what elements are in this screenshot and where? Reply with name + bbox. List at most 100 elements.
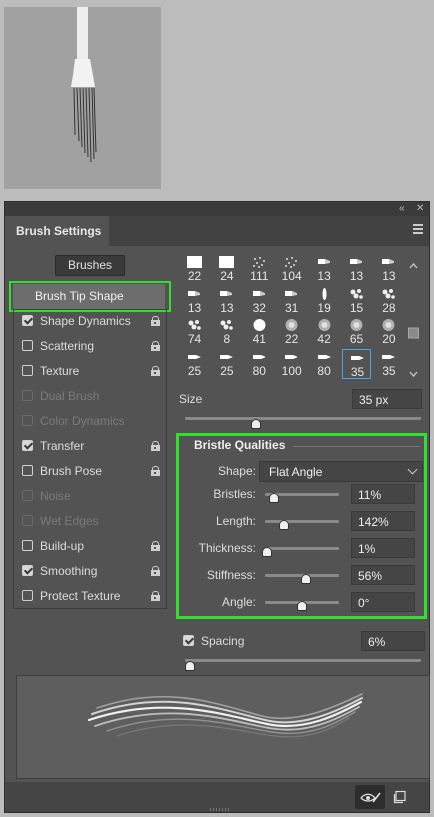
- option-label[interactable]: Dual Brush: [40, 384, 99, 409]
- lock-icon[interactable]: [151, 541, 160, 551]
- toggle-live-tip-preview-button[interactable]: [355, 785, 385, 809]
- option-item[interactable]: Transfer: [15, 434, 165, 459]
- bristle-row-input[interactable]: 0°: [351, 592, 415, 612]
- brush-tip-cell[interactable]: 13: [342, 254, 371, 284]
- option-label[interactable]: Texture: [40, 359, 79, 384]
- option-label[interactable]: Wet Edges: [40, 509, 98, 534]
- brush-tip-cell[interactable]: 22: [277, 317, 306, 347]
- option-checkbox[interactable]: [22, 365, 33, 376]
- option-item[interactable]: Noise: [15, 484, 165, 509]
- option-checkbox[interactable]: [22, 465, 33, 476]
- option-checkbox[interactable]: [22, 540, 33, 551]
- brush-tip-cell[interactable]: 80: [245, 349, 274, 379]
- brush-tip-cell[interactable]: 22: [180, 254, 209, 284]
- option-label[interactable]: Build-up: [40, 534, 84, 559]
- option-item[interactable]: Color Dynamics: [15, 409, 165, 434]
- bristle-row-slider-track[interactable]: [265, 547, 339, 550]
- brush-tip-cell[interactable]: 104: [277, 254, 306, 284]
- option-checkbox[interactable]: [22, 340, 33, 351]
- brush-tip-cell[interactable]: 31: [277, 286, 306, 316]
- lock-icon[interactable]: [151, 466, 160, 476]
- size-input[interactable]: 35 px: [352, 389, 422, 409]
- brushes-button[interactable]: Brushes: [55, 255, 125, 276]
- brush-tip-cell[interactable]: 35: [374, 349, 403, 379]
- option-checkbox[interactable]: [22, 315, 33, 326]
- brush-tip-cell[interactable]: 74: [180, 317, 209, 347]
- brush-tip-cell[interactable]: 8: [212, 317, 241, 347]
- option-item[interactable]: Smoothing: [15, 559, 165, 584]
- option-item[interactable]: Protect Texture: [15, 584, 165, 609]
- brush-tip-cell[interactable]: 80: [310, 349, 339, 379]
- lock-icon[interactable]: [151, 416, 160, 426]
- bristle-row-input[interactable]: 56%: [351, 565, 415, 585]
- option-label[interactable]: Transfer: [40, 434, 84, 459]
- lock-icon[interactable]: [151, 366, 160, 376]
- option-checkbox[interactable]: [22, 515, 33, 526]
- option-label[interactable]: Smoothing: [40, 559, 97, 584]
- option-item[interactable]: Build-up: [15, 534, 165, 559]
- option-checkbox[interactable]: [22, 390, 33, 401]
- resize-grip[interactable]: [210, 807, 232, 811]
- lock-icon[interactable]: [151, 491, 160, 501]
- option-item[interactable]: Scattering: [15, 334, 165, 359]
- brush-tip-cell[interactable]: 41: [245, 317, 274, 347]
- new-preset-icon[interactable]: [393, 790, 407, 804]
- brush-tip-cell[interactable]: 19: [310, 286, 339, 316]
- brush-tip-cell[interactable]: 35: [342, 348, 371, 379]
- option-checkbox[interactable]: [22, 490, 33, 501]
- hamburger-menu-icon[interactable]: [413, 224, 423, 236]
- shape-dropdown[interactable]: Flat Angle: [259, 461, 423, 482]
- option-item[interactable]: Wet Edges: [15, 509, 165, 534]
- option-label[interactable]: Protect Texture: [40, 584, 120, 609]
- option-item[interactable]: Texture: [15, 359, 165, 384]
- brush-tip-grid[interactable]: 22 24 111 104 13 13 13 13 13 32 31 19 15 28 74 8 41 22 42 6…: [180, 254, 408, 380]
- brush-tip-cell[interactable]: 13: [212, 286, 241, 316]
- bristle-row-slider-track[interactable]: [265, 520, 339, 523]
- brush-tip-cell[interactable]: 20: [374, 317, 403, 347]
- option-label[interactable]: Brush Pose: [40, 459, 102, 484]
- brush-tip-cell[interactable]: 25: [212, 349, 241, 379]
- option-label[interactable]: Shape Dynamics: [40, 309, 131, 334]
- option-item[interactable]: Shape Dynamics: [15, 309, 165, 334]
- brush-tip-cell[interactable]: 111: [245, 254, 274, 284]
- option-checkbox[interactable]: [22, 565, 33, 576]
- option-label[interactable]: Color Dynamics: [40, 409, 125, 434]
- brush-tip-cell[interactable]: 42: [310, 317, 339, 347]
- brush-tip-cell[interactable]: 32: [245, 286, 274, 316]
- close-icon[interactable]: ✕: [416, 203, 424, 215]
- option-label[interactable]: Scattering: [40, 334, 94, 359]
- lock-icon[interactable]: [151, 516, 160, 526]
- double-chevron-icon[interactable]: «: [399, 203, 405, 215]
- size-slider-track[interactable]: [185, 417, 421, 420]
- grid-scrollbar[interactable]: [407, 260, 420, 380]
- lock-icon[interactable]: [151, 591, 160, 601]
- brush-tip-cell[interactable]: 25: [180, 349, 209, 379]
- option-checkbox[interactable]: [22, 440, 33, 451]
- brush-tip-cell[interactable]: 28: [374, 286, 403, 316]
- bristle-row-input[interactable]: 11%: [351, 484, 415, 504]
- lock-icon[interactable]: [151, 341, 160, 351]
- option-checkbox[interactable]: [22, 590, 33, 601]
- bristle-row-input[interactable]: 142%: [351, 511, 415, 531]
- bristle-row-input[interactable]: 1%: [351, 538, 415, 558]
- option-checkbox[interactable]: [22, 415, 33, 426]
- spacing-checkbox[interactable]: [183, 635, 194, 646]
- lock-icon[interactable]: [151, 441, 160, 451]
- tab-brush-settings[interactable]: Brush Settings: [5, 216, 109, 246]
- brush-tip-shape-item[interactable]: Brush Tip Shape: [13, 284, 165, 309]
- brush-tip-cell[interactable]: 65: [342, 317, 371, 347]
- brush-tip-cell[interactable]: 100: [277, 349, 306, 379]
- brush-tip-cell[interactable]: 24: [212, 254, 241, 284]
- brush-tip-cell[interactable]: 13: [374, 254, 403, 284]
- option-label[interactable]: Noise: [40, 484, 71, 509]
- spacing-input[interactable]: 6%: [361, 631, 425, 651]
- brush-tip-cell[interactable]: 13: [180, 286, 209, 316]
- option-item[interactable]: Dual Brush: [15, 384, 165, 409]
- brush-tip-cell[interactable]: 13: [310, 254, 339, 284]
- lock-icon[interactable]: [151, 316, 160, 326]
- lock-icon[interactable]: [151, 391, 160, 401]
- lock-icon[interactable]: [151, 566, 160, 576]
- brush-tip-cell[interactable]: 15: [342, 286, 371, 316]
- option-item[interactable]: Brush Pose: [15, 459, 165, 484]
- spacing-slider-track[interactable]: [185, 659, 421, 662]
